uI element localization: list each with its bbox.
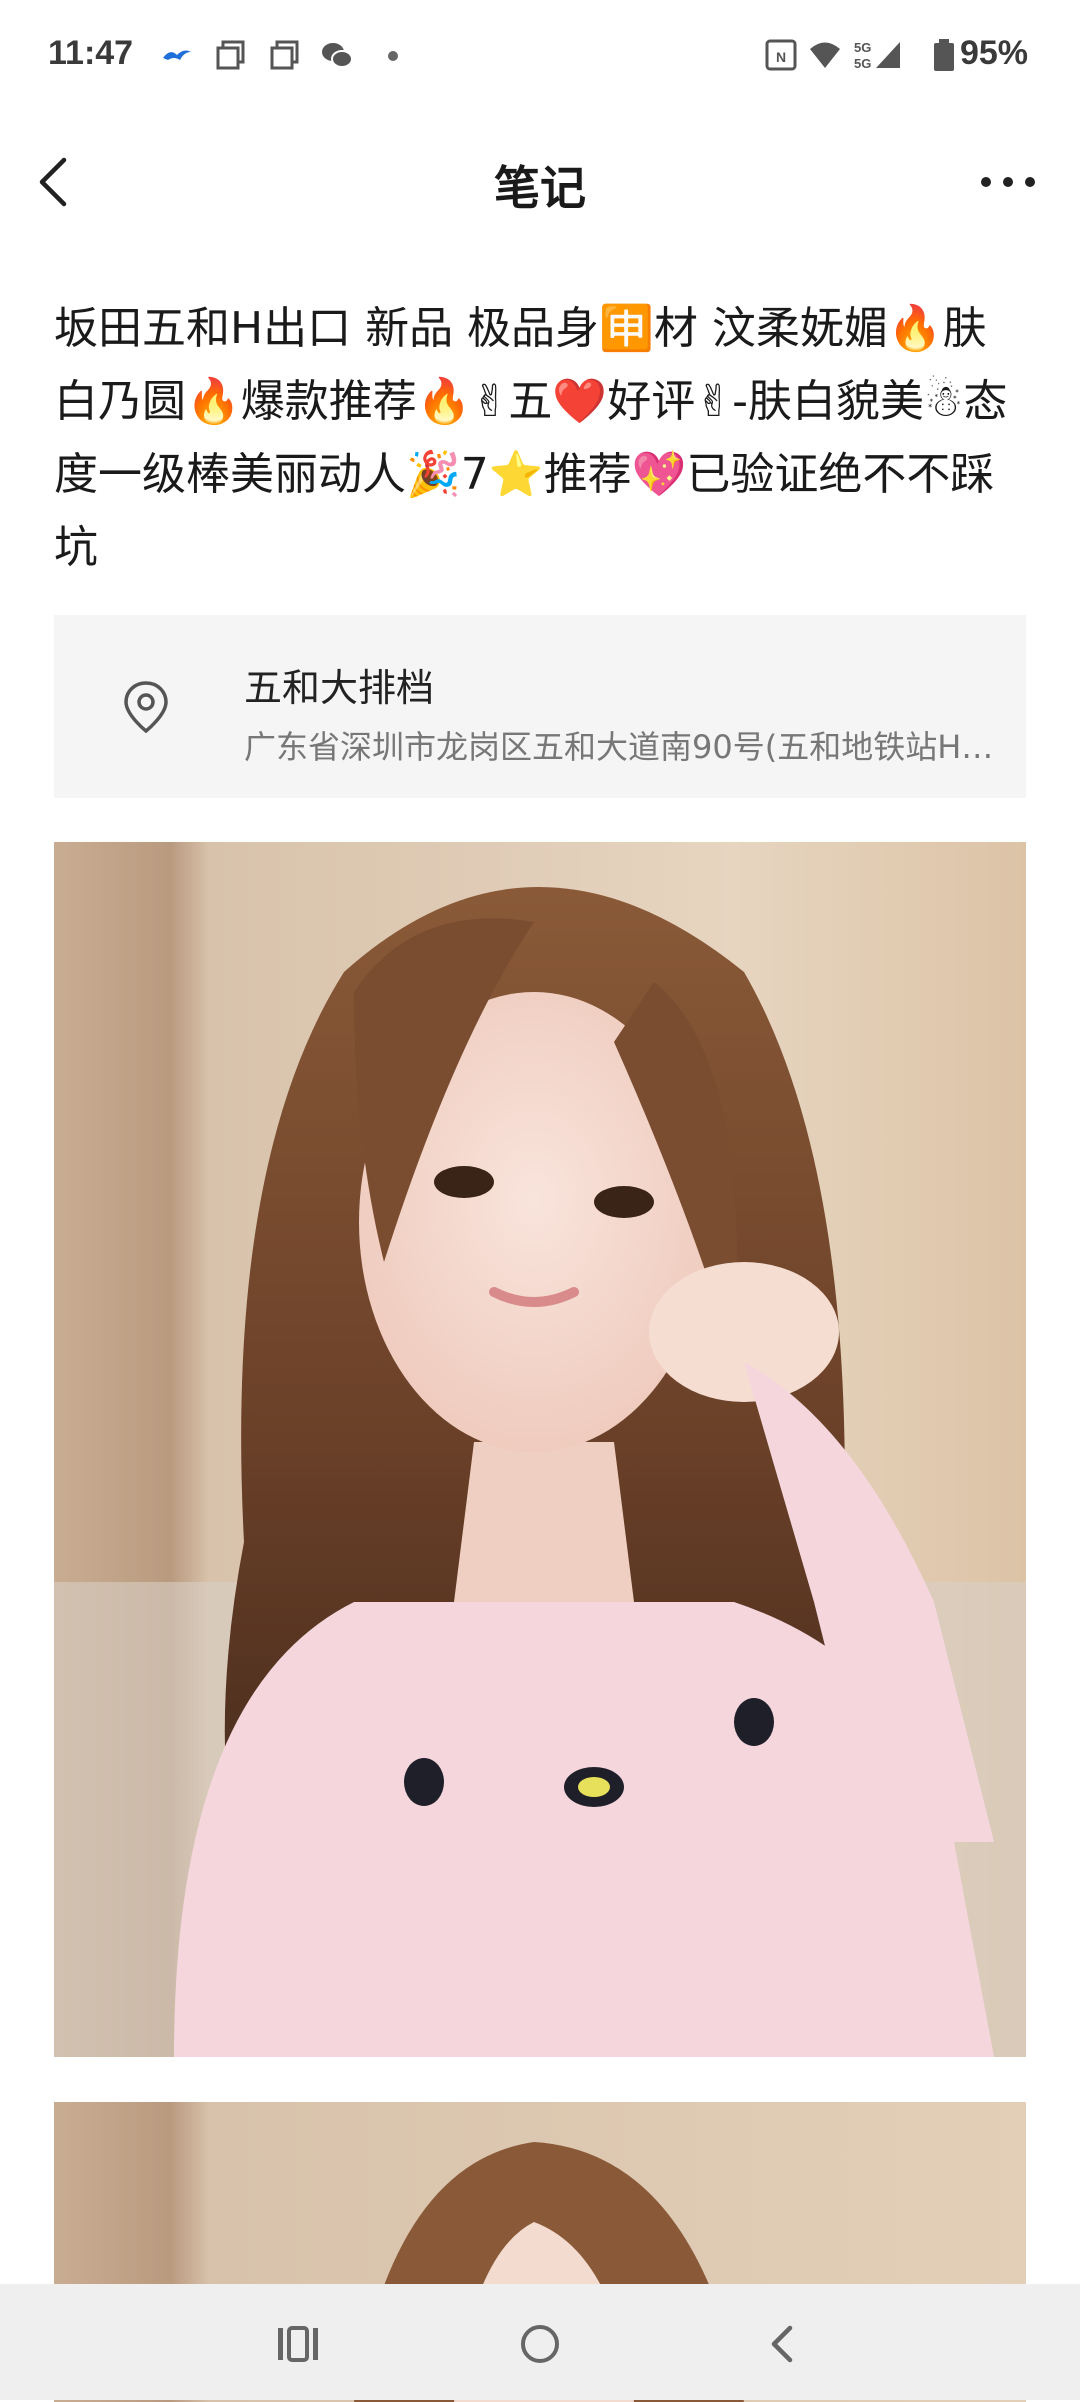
recent-apps-icon[interactable]: [268, 2314, 328, 2374]
nfc-icon: N: [765, 39, 797, 71]
status-time: 11:47: [48, 34, 134, 72]
location-card[interactable]: 五和大排档 广东省深圳市龙岗区五和大道南90号(五和地铁站H…: [54, 615, 1026, 798]
copy-icon: [216, 40, 245, 70]
wifi-icon: [810, 42, 840, 68]
battery-icon: [934, 39, 954, 71]
back-icon[interactable]: [754, 2314, 814, 2374]
note-title: 坂田五和H出口 新品 极品身🈸材 汶柔妩媚🔥肤白乃圆🔥爆款推荐🔥✌五❤️好评✌-…: [54, 303, 1008, 573]
header: 笔记: [0, 112, 1080, 252]
bird-icon: [163, 50, 191, 60]
svg-text:N: N: [776, 49, 786, 65]
location-pin-icon: [124, 681, 168, 734]
status-bar: 11:47 N 5G 5G 95%: [0, 0, 1080, 112]
page-title: 笔记: [494, 161, 586, 215]
location-name: 五和大排档: [244, 666, 435, 710]
more-button[interactable]: [976, 162, 1040, 202]
home-icon[interactable]: [510, 2314, 570, 2374]
note-photo[interactable]: [54, 842, 1026, 2057]
wechat-icon: [322, 43, 353, 68]
battery-level: 95%: [959, 34, 1028, 72]
svg-text:5G: 5G: [854, 40, 871, 55]
svg-text:5G: 5G: [854, 56, 871, 71]
system-nav-bar: [0, 2284, 1080, 2400]
location-address: 广东省深圳市龙岗区五和大道南90号(五和地铁站H…: [244, 728, 994, 766]
more-dots-icon: [981, 177, 1035, 187]
5g-signal-icon: 5G 5G: [854, 40, 900, 71]
dot-icon: [388, 51, 398, 61]
copy-icon: [270, 40, 299, 70]
